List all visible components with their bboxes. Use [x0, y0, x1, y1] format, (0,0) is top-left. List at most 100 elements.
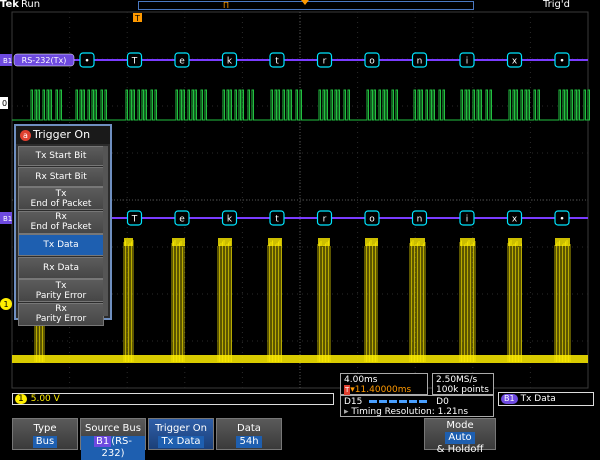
trigger-on-option[interactable]: Rx End of Packet	[18, 210, 104, 234]
ch1-scale: 5.00 V	[30, 394, 60, 404]
analog-burst-top	[410, 238, 425, 246]
analog-burst-top	[365, 238, 378, 246]
bus-decode-track-middle: Te k t r o n i x •	[112, 210, 588, 226]
type-label: Type	[33, 423, 57, 434]
trigger-position-marker[interactable]: T	[133, 13, 142, 23]
menu-title-text: Trigger On	[33, 128, 91, 141]
source-bus-label: Source Bus	[85, 423, 141, 434]
menu-scrollbar[interactable]	[103, 146, 108, 316]
trigger-on-value: Tx Data	[158, 436, 204, 448]
ch1-ground-label[interactable]: 1	[0, 298, 12, 310]
trigger-on-option-label: Tx Data	[43, 240, 79, 250]
trigger-on-option[interactable]: Rx Data	[18, 256, 104, 279]
analog-burst-top	[460, 238, 475, 246]
trigger-on-option-label: Tx End of Packet	[30, 188, 92, 209]
digital-channel-trace	[12, 89, 590, 121]
bus-top-symbol: r	[323, 57, 327, 67]
trigger-position-value: ▾11.40000ms	[350, 385, 412, 395]
ch1-badge: 1	[15, 394, 27, 404]
type-value: Bus	[32, 436, 58, 448]
analog-burst-top	[555, 238, 570, 246]
bus-mid-symbol: n	[417, 215, 423, 225]
bus-top-symbol: t	[275, 57, 279, 67]
digital-channel-number: 0	[2, 99, 7, 108]
status-bar: Tek Run Π Trig'd	[0, 0, 600, 12]
trigger-marker-label: T	[134, 14, 140, 23]
bus-mid-symbol: •	[559, 215, 564, 225]
trigger-on-option[interactable]: Tx Parity Error	[18, 279, 104, 302]
data-label: Data	[237, 423, 261, 434]
bus-mid-symbol: x	[512, 215, 518, 225]
trigger-on-option-label: Rx End of Packet	[30, 212, 92, 232]
digital-activity-icon	[369, 400, 430, 403]
digital-trace-path	[12, 89, 590, 121]
bus-top-symbol: T	[131, 57, 138, 67]
trigger-on-label: Trigger On	[155, 423, 207, 434]
mode-label: Mode	[446, 420, 474, 431]
digital-readout[interactable]: D15 D0 ▸ Timing Resolution: 1.21ns	[340, 395, 494, 417]
timing-resolution-value: 1.21ns	[437, 407, 469, 417]
source-bus-softkey[interactable]: Source Bus B1 (RS-232)	[80, 418, 146, 460]
data-softkey[interactable]: Data 54h	[216, 418, 282, 450]
analog-burst-top	[268, 238, 282, 246]
trigger-point-icon	[301, 0, 309, 5]
bus-trigger-readout[interactable]: B1 Tx Data	[498, 392, 594, 406]
type-softkey[interactable]: Type Bus	[12, 418, 78, 450]
timing-resolution-label: Timing Resolution:	[351, 407, 435, 417]
ch1-number: 1	[3, 300, 8, 309]
bus-lane-label-top[interactable]: B1 RS-232(Tx)	[0, 53, 75, 67]
brand-logo: Tek Run	[0, 0, 40, 10]
acquisition-readout[interactable]: 2.50MS/s 100k points	[432, 373, 494, 395]
bus-top-symbol: o	[369, 57, 375, 67]
bus-mid-symbol: e	[179, 215, 185, 225]
horizontal-scale: 4.00ms	[344, 375, 378, 385]
trigger-on-menu[interactable]: a Trigger On Tx Start Bit Rx Start Bit Tx E…	[14, 124, 112, 326]
analog-burst-top	[508, 238, 522, 246]
trigger-on-option[interactable]: Tx Data	[18, 234, 104, 256]
trigger-on-softkey[interactable]: Trigger On Tx Data	[148, 418, 214, 450]
svg-text:Π: Π	[223, 1, 229, 9]
bus-badge: B1	[501, 394, 518, 404]
trigger-on-option[interactable]: Rx Parity Error	[18, 302, 104, 326]
ch1-scale-readout[interactable]: 1 5.00 V	[12, 393, 334, 405]
trigger-on-option[interactable]: Tx Start Bit	[18, 146, 104, 166]
analog-burst-top	[218, 238, 232, 246]
trigger-on-option[interactable]: Rx Start Bit	[18, 166, 104, 187]
bus-top-symbol: •	[559, 57, 564, 67]
bus-mid-symbol: k	[227, 215, 233, 225]
bus-lane-label-mid[interactable]: B1	[0, 212, 12, 224]
analog-burst-top	[124, 238, 133, 246]
bus-top-symbol: x	[512, 57, 518, 67]
bus-mid-symbol: t	[275, 215, 279, 225]
analog-burst-top	[318, 238, 330, 246]
bus-mid-symbol: o	[369, 215, 375, 225]
source-bus-badge: B1	[93, 436, 112, 447]
mode-softkey[interactable]: Mode Auto & Holdoff	[424, 418, 496, 455]
bus-trigger-value: Tx Data	[520, 394, 556, 404]
trigger-on-option-label: Tx Start Bit	[35, 151, 87, 161]
cursor-marker-icon: Π	[223, 1, 229, 9]
trigger-on-option-label: Rx Start Bit	[35, 171, 87, 182]
trigger-on-option-label: Tx Parity Error	[35, 280, 87, 301]
trigger-on-option[interactable]: Tx End of Packet	[18, 187, 104, 210]
acquisition-state: Run	[20, 0, 41, 10]
sample-rate: 2.50MS/s	[436, 375, 478, 385]
bus-top-symbol: i	[466, 57, 469, 67]
bus-lane-tag-top: B1	[3, 57, 12, 65]
digital-channel-label[interactable]: 0	[0, 97, 8, 109]
bus-protocol-label: RS-232(Tx)	[22, 56, 67, 65]
bus-mid-symbol: T	[131, 215, 138, 225]
bus-decode-track-top: • Te k t r o n i x •	[74, 52, 588, 68]
bus-top-symbol: e	[179, 57, 185, 67]
timing-resolution-icon: ▸	[344, 407, 349, 417]
bus-mid-symbol: r	[323, 215, 327, 225]
menu-letter-icon: a	[20, 130, 31, 141]
trigger-on-option-label: Rx Parity Error	[35, 304, 87, 324]
mode-value: Auto	[445, 432, 475, 444]
digital-range-low: D0	[436, 397, 449, 407]
analog-burst-top	[172, 238, 185, 246]
bus-top-symbol: •	[84, 57, 89, 67]
bus-lane-tag-mid: B1	[3, 215, 12, 223]
trigger-status: Trig'd	[543, 0, 570, 10]
horizontal-readout[interactable]: 4.00ms T▾11.40000ms	[340, 373, 428, 395]
